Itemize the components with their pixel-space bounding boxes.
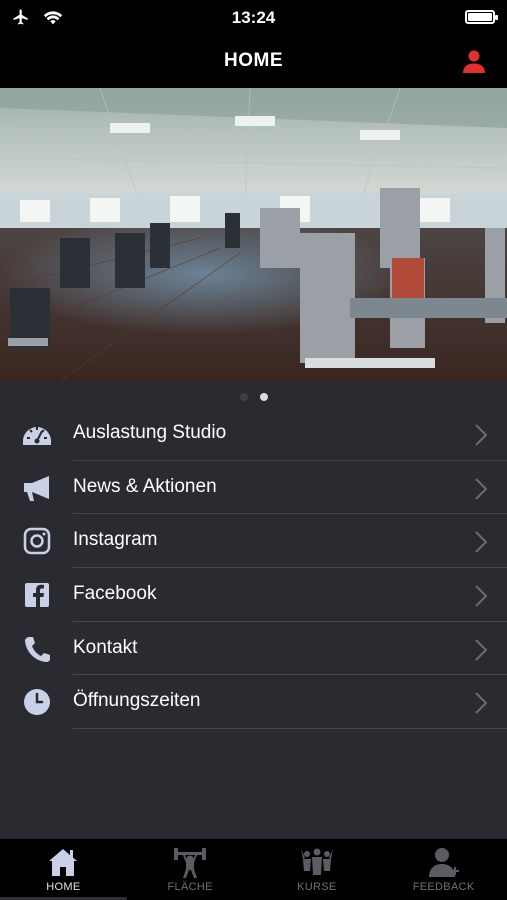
chevron-right-icon [475,692,487,715]
chevron-right-icon [475,639,487,661]
page-title: HOME [224,50,283,71]
menu-item-label: Kontakt [73,636,138,658]
status-bar: 13:24 [0,0,507,36]
main-menu: Auslastung Studio News & Aktionen Instag… [0,407,507,730]
tab-label: FEEDBACK [412,881,475,893]
instagram-icon [23,528,51,555]
menu-item-label: Instagram [73,529,158,551]
user-add-icon [428,848,459,877]
speedometer-icon [23,427,51,445]
chevron-right-icon [475,585,487,607]
user-profile-icon[interactable] [461,48,487,74]
facebook-icon [25,583,49,608]
navigation-bar: HOME [0,36,507,88]
group-class-icon [300,848,333,875]
menu-item-news-aktionen[interactable]: News & Aktionen [0,461,507,515]
gym-photo-carousel[interactable] [0,88,507,381]
battery-icon [465,10,498,24]
chevron-right-icon [475,424,487,446]
home-icon [49,849,78,876]
menu-item-label: Auslastung Studio [73,422,227,443]
phone-icon [25,636,50,662]
carousel-page-indicator[interactable] [0,393,507,401]
tab-label: KURSE [297,881,337,893]
chevron-right-icon [475,531,487,554]
gym-photo [0,88,507,381]
page-dot-active[interactable] [259,393,268,401]
tab-kurse[interactable]: KURSE [254,839,381,900]
menu-item-oeffnungszeiten[interactable]: Öffnungszeiten [0,675,507,730]
tab-label: FLÄCHE [167,881,213,893]
menu-item-label: Öffnungszeiten [73,690,201,712]
tab-home[interactable]: HOME [0,839,127,900]
menu-item-auslastung-studio[interactable]: Auslastung Studio [0,407,507,461]
chevron-right-icon [475,477,487,500]
megaphone-icon [24,475,49,501]
menu-item-label: Facebook [73,583,157,605]
tab-label: HOME [46,881,81,893]
tab-bar: HOME FLÄCHE KURSE FEEDBACK [0,839,507,900]
clock-icon [24,689,50,716]
menu-item-instagram[interactable]: Instagram [0,514,507,569]
page-dot[interactable] [239,393,248,401]
menu-item-facebook[interactable]: Facebook [0,568,507,622]
weightlifter-icon [174,848,207,878]
menu-item-kontakt[interactable]: Kontakt [0,622,507,676]
divider [73,728,507,730]
tab-feedback[interactable]: FEEDBACK [380,839,507,900]
menu-item-label: News & Aktionen [73,475,217,497]
status-time: 13:24 [231,8,276,27]
tab-flaeche[interactable]: FLÄCHE [127,839,254,900]
